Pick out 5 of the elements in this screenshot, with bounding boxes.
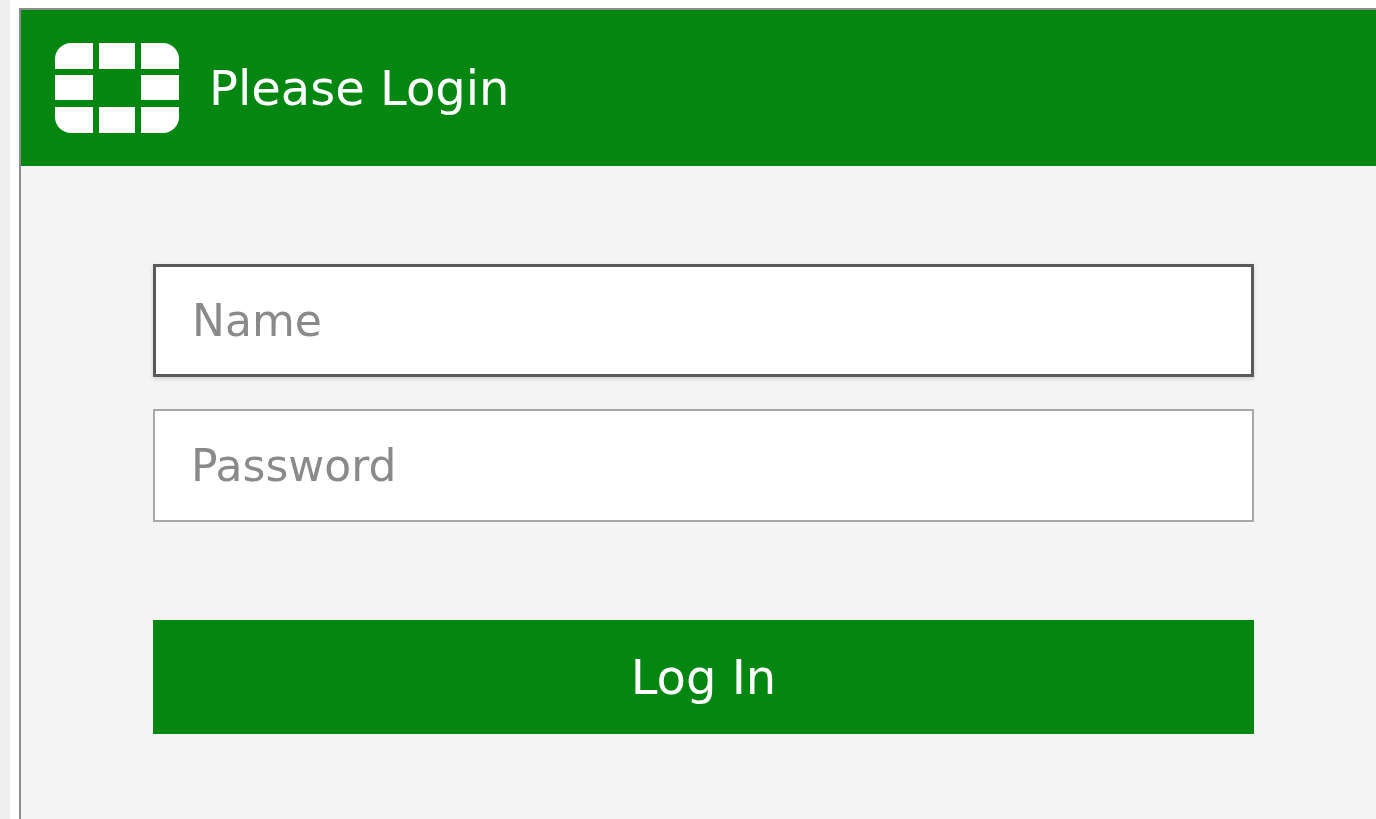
input-field[interactable]: Name [153, 264, 1254, 377]
header-title: Please Login [209, 60, 510, 116]
input-field[interactable]: Password [153, 409, 1254, 522]
logo-icon [55, 43, 179, 133]
login-button[interactable]: Log In [153, 620, 1254, 734]
